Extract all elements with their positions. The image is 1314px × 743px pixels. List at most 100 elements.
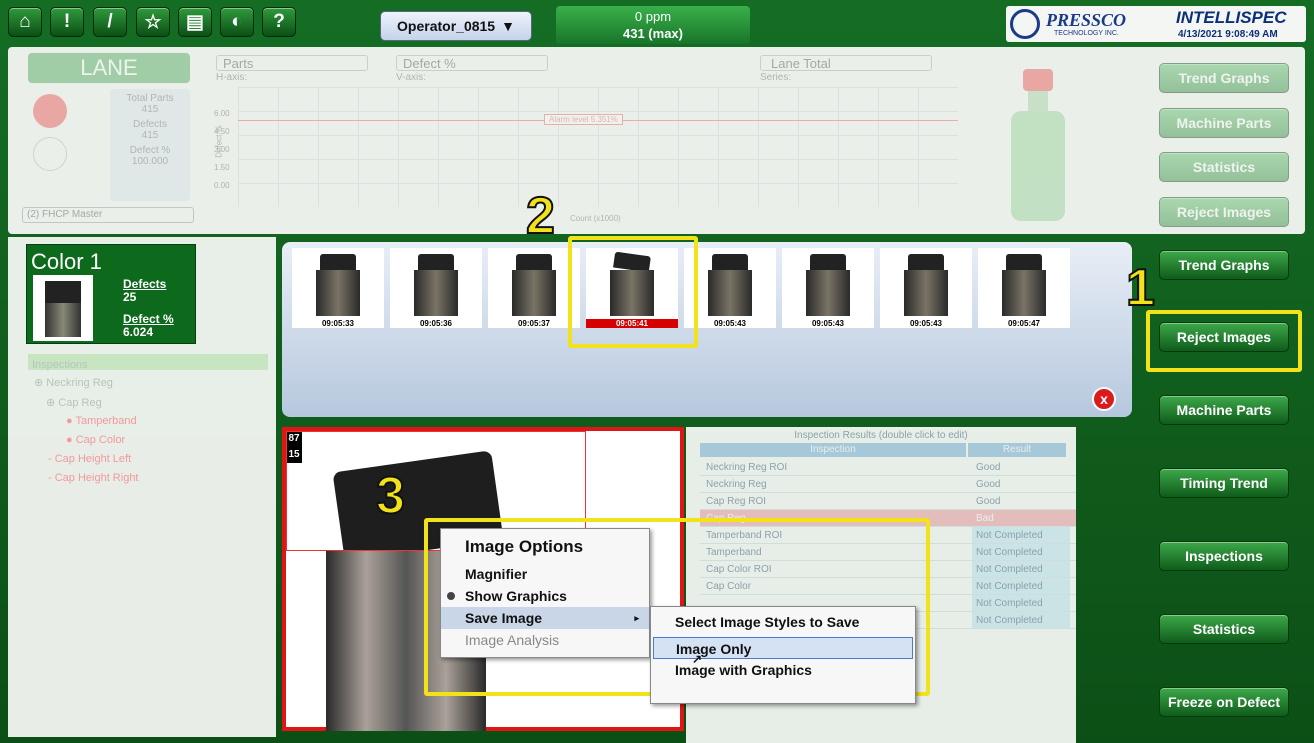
chevron-right-icon: ▸ (634, 613, 639, 623)
reject-thumbnail[interactable]: 09:05:47 (978, 248, 1070, 328)
stat-label: Defect % (129, 145, 171, 156)
button-label: Reject Images (1176, 329, 1272, 345)
header-result: Result (968, 443, 1066, 457)
reject-thumbnail[interactable]: 09:05:36 (390, 248, 482, 328)
submenu-image-only[interactable]: Image Only ↗ (653, 637, 913, 666)
defects-value: 25 (123, 290, 137, 304)
menu-item-show-graphics[interactable]: Show Graphics (441, 585, 649, 607)
stat-label: Defects (133, 119, 167, 130)
stat-label: Total Parts (126, 93, 174, 104)
stat-value: 415 (141, 130, 159, 141)
operator-name: Operator_0815 (397, 18, 496, 34)
v-axis-value: Defect % (403, 56, 456, 71)
wrench-glyph: / (107, 11, 113, 32)
help-icon[interactable]: ? (262, 7, 296, 37)
v-axis-dropdown[interactable]: Defect % (396, 55, 548, 71)
lane-panel-content: LANE Parts H-axis: Defect % V-axis: Lane… (8, 47, 1305, 234)
star-glyph: ☆ (144, 11, 162, 33)
button-label: Reject Images (1176, 204, 1272, 220)
submenu-image-with-graphics[interactable]: Image with Graphics (651, 659, 915, 681)
statistics-button[interactable]: Statistics (1159, 614, 1289, 644)
menu-item-save-image[interactable]: Save Image ▸ (441, 607, 649, 629)
brand-area: PRESSCO TECHNOLOGY INC. INTELLISPEC 4/13… (1006, 6, 1306, 42)
results-header: Inspection Result (700, 443, 1076, 457)
tree-root-label: Inspections (32, 359, 88, 371)
results-title: Inspection Results (double click to edit… (794, 430, 968, 441)
close-glyph: x (1100, 391, 1108, 407)
inspections-button[interactable]: Inspections (1159, 541, 1289, 571)
timing-trend-button[interactable]: Timing Trend (1159, 468, 1289, 498)
recipe-dropdown[interactable]: (2) FHCP Master (22, 207, 194, 223)
trend-graphs-button[interactable]: Trend Graphs (1159, 250, 1289, 280)
star-icon[interactable]: ☆ (136, 7, 170, 37)
trend-graphs-button-faded: Trend Graphs (1159, 63, 1289, 93)
button-label: Statistics (1192, 621, 1256, 637)
close-icon[interactable]: x (1092, 387, 1116, 411)
tree-item-cap-height-right[interactable]: - Cap Height Right (48, 472, 139, 484)
tree-item-tamperband[interactable]: ● Tamperband (66, 415, 137, 427)
y-tick: 1.50 (214, 163, 230, 172)
header-inspection: Inspection (700, 443, 966, 457)
series-dropdown[interactable]: Lane Total (760, 55, 932, 71)
home-glyph: ⌂ (19, 11, 31, 32)
alert-icon[interactable]: ! (50, 7, 84, 37)
cell-result: Not Completed (972, 544, 1070, 560)
machine-parts-button[interactable]: Machine Parts (1159, 395, 1289, 425)
callout-number-3: 3 (375, 467, 406, 525)
menu-item-magnifier[interactable]: Magnifier (441, 563, 649, 585)
tree-item-cap-height-left[interactable]: - Cap Height Left (48, 453, 131, 465)
reject-thumbnail[interactable]: 09:05:43 (782, 248, 874, 328)
freeze-on-defect-button[interactable]: Freeze on Defect (1159, 687, 1289, 717)
cell-result: Not Completed (972, 527, 1070, 543)
save-image-submenu: Select Image Styles to Save Image Only ↗ … (650, 606, 916, 704)
defect-pct-label: Defect % (123, 312, 174, 326)
table-row[interactable]: Neckring Reg Good (700, 476, 1076, 493)
button-label: Freeze on Defect (1167, 694, 1281, 710)
chevron-down-icon: ▼ (501, 18, 515, 34)
cell-result: Not Completed (972, 595, 1070, 611)
wrench-icon[interactable]: / (93, 7, 127, 37)
callout-number-1: 1 (1125, 259, 1156, 317)
lane-title: LANE (28, 53, 190, 83)
h-axis-dropdown[interactable]: Parts (216, 55, 368, 71)
stat-value: 100.000 (131, 156, 169, 167)
tree-item-cap-reg[interactable]: ⊕ Cap Reg (46, 396, 102, 409)
reject-thumbnail[interactable]: 09:05:37 (488, 248, 580, 328)
thumbnail-time: 09:05:43 (811, 319, 845, 328)
menu-title: Image Options (465, 537, 584, 556)
reject-thumbnail[interactable]: 09:05:33 (292, 248, 384, 328)
rate-max: 431 (max) (623, 26, 683, 41)
tree-item-neckring-reg[interactable]: ⊕ Neckring Reg (34, 376, 113, 389)
reject-thumbnail[interactable]: 09:05:43 (880, 248, 972, 328)
color-card-title: Color 1 (31, 249, 102, 274)
submenu-select-styles[interactable]: Select Image Styles to Save (651, 611, 915, 633)
table-row[interactable]: Cap Reg ROI Good (700, 493, 1076, 510)
thumbnail-time: 09:05:43 (909, 319, 943, 328)
color-card[interactable]: Color 1 Defects 25 Defect % 6.024 (26, 244, 196, 344)
reject-images-button[interactable]: Reject Images (1159, 322, 1289, 352)
save-glyph: ▤ (186, 11, 204, 33)
home-icon[interactable]: ⌂ (8, 7, 42, 37)
recipe-value: (2) FHCP Master (27, 209, 103, 220)
table-row[interactable]: Neckring Reg ROI Good (700, 459, 1076, 476)
globe-glyph: ◐ (231, 11, 243, 32)
help-glyph: ? (273, 11, 285, 32)
thumbnail-time: 09:05:36 (419, 319, 453, 328)
operator-dropdown[interactable]: Operator_0815 ▼ (380, 11, 532, 41)
submenu-label: Image Only (676, 641, 752, 657)
button-label: Trend Graphs (1178, 70, 1270, 86)
color-card-image (33, 275, 93, 341)
tree-root[interactable]: Inspections (28, 354, 268, 371)
h-axis-caption: H-axis: (216, 72, 248, 83)
globe-icon[interactable]: ◐ (220, 7, 254, 37)
save-icon[interactable]: ▤ (178, 7, 212, 37)
trend-chart-grid (238, 87, 958, 207)
thumbnail-time: 09:05:47 (1007, 319, 1041, 328)
button-label: Machine Parts (1176, 115, 1272, 131)
tree-item-cap-color[interactable]: ● Cap Color (66, 434, 125, 446)
defects-label: Defects (123, 277, 167, 291)
cell-inspection: Cap Reg ROI (706, 496, 767, 507)
v-axis-caption: V-axis: (396, 72, 427, 83)
menu-item-image-analysis[interactable]: Image Analysis (441, 629, 649, 651)
cell-result: Bad (976, 513, 994, 524)
